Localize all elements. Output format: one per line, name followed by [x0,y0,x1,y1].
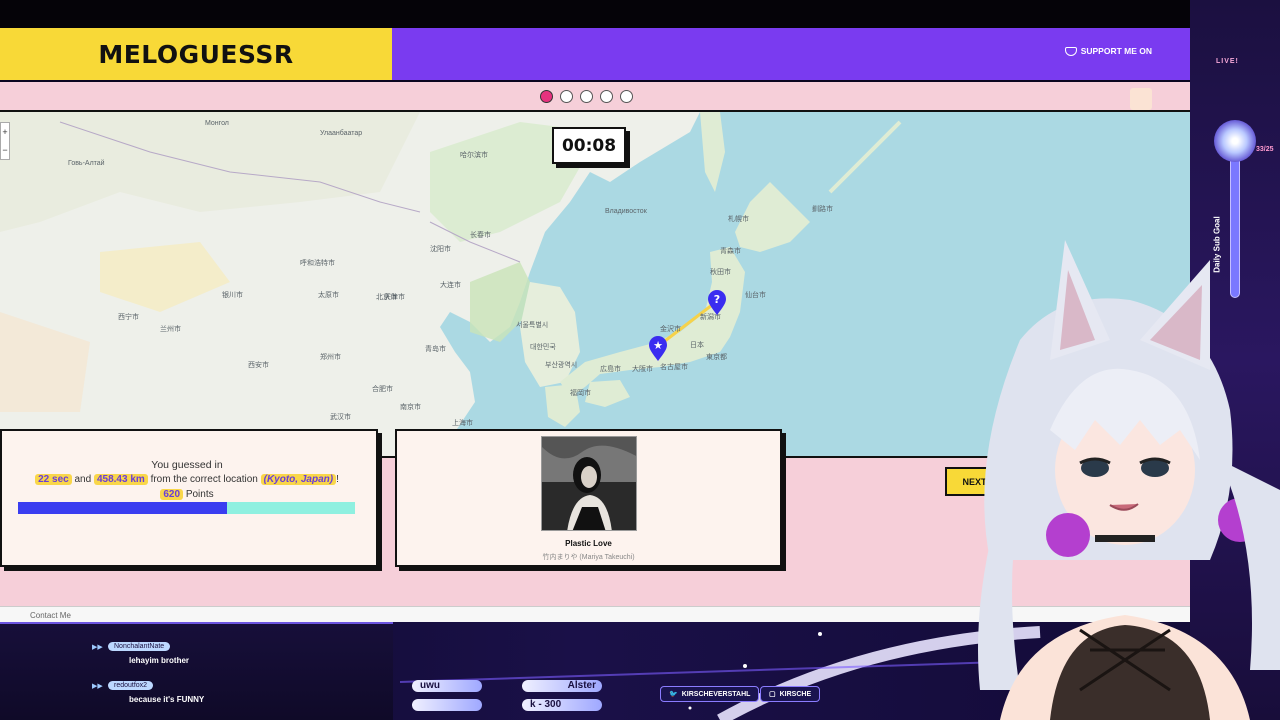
map-label: 沈阳市 [430,246,451,253]
round-dot-1 [540,90,553,103]
map-label: 東京都 [706,354,727,361]
zoom-out-button[interactable]: − [1,141,9,159]
twitch-handle[interactable]: ▢ KIRSCHE [760,686,821,702]
stat-pill-1: uwu [412,680,482,692]
map-label: 大连市 [440,282,461,289]
contact-link[interactable]: Contact Me [30,611,71,620]
twitter-icon: 🐦 [669,691,678,698]
live-badge: LIVE! [1216,58,1239,65]
map-label: 秋田市 [710,269,731,276]
correct-location: (Kyoto, Japan) [260,474,337,485]
stream-screen: { "header": { "logo": "MELOGUESSR", "sup… [0,0,1280,720]
album-photo [542,437,636,530]
chat-arrow-icon: ▶▶ [92,683,103,690]
guess-time: 22 sec [35,474,72,485]
map-label: 兰州市 [160,326,181,333]
track-artist: 竹内まりや (Mariya Takeuchi) [542,554,635,561]
map-label: 天津市 [384,294,405,301]
map-label: 釧路市 [812,206,833,213]
track-card: Plastic Love 竹内まりや (Mariya Takeuchi) [395,429,782,567]
map-label: Улаанбаатар [320,130,363,137]
map-label: 名古屋市 [660,364,688,371]
cup-icon [1064,46,1077,56]
guess-distance: 458.43 km [93,474,148,485]
round-timer: 00:08 [552,127,626,164]
map-label: 哈尔滨市 [460,152,488,159]
result-points: 620 Points [2,489,372,500]
map-label: 上海市 [452,420,473,427]
decoration-square [1130,88,1152,110]
round-dot-2 [560,90,573,103]
header: MELOGUESSR SUPPORT ME ON [0,28,1190,80]
result-summary: 22 sec and 458.43 km from the correct lo… [2,474,372,485]
stat-pill-3 [412,699,482,711]
map-label: 南京市 [400,404,421,411]
map-label: 长春市 [470,232,491,239]
logo-box[interactable]: MELOGUESSR [0,28,392,80]
app-logo: MELOGUESSR [98,39,294,69]
map-label: 青岛市 [425,346,446,353]
album-cover [541,436,637,531]
map-label: 金沢市 [660,326,681,333]
timer-value: 00:08 [561,135,617,156]
score-bar [18,502,355,514]
map-label: 合肥市 [372,386,393,393]
result-card: You guessed in 22 sec and 458.43 km from… [0,429,378,567]
round-dot-4 [600,90,613,103]
chat-message: lehayim brother [129,656,190,665]
stat-pill-2: Alster [522,680,602,692]
svg-text:?: ? [714,293,720,306]
map-label: 武汉市 [330,414,351,421]
correct-location-marker[interactable]: ★ [648,336,668,362]
chat-username: redoutfox2 [108,681,154,690]
support-link[interactable]: SUPPORT ME ON [1064,46,1152,56]
map-label: 呼和浩特市 [300,260,335,267]
map-label: 福岡市 [570,390,591,397]
twitter-handle[interactable]: 🐦 KIRSCHEVERSTAHL [660,686,760,702]
twitch-icon: ▢ [769,691,776,698]
track-title: Plastic Love [565,539,612,548]
header-bar: SUPPORT ME ON [392,28,1190,80]
score-bar-fill [18,502,227,514]
top-band [0,0,1280,28]
map-label: Владивосток [605,208,647,215]
map-label: 西宁市 [118,314,139,321]
sub-goal-count: 33/25 [1256,146,1274,153]
map-label: 부산광역시 [545,362,578,369]
points-value: 620 [160,489,184,500]
points-label: Points [185,489,214,500]
svg-text:★: ★ [653,339,663,352]
map-label: 大阪市 [632,366,653,373]
round-progress-strip [0,82,1190,112]
result-intro: You guessed in [151,459,223,471]
map-label: 広島市 [600,366,621,373]
round-dots [540,90,633,103]
vtuber-avatar [978,240,1280,720]
support-label: SUPPORT ME ON [1080,46,1152,56]
map-label: 서울특별시 [516,322,549,329]
map-label: Монгол [205,120,229,127]
zoom-control[interactable]: + − [0,122,10,160]
guess-marker[interactable]: ? [707,290,727,316]
map-label: 青森市 [720,248,741,255]
map-label: Говь-Алтай [68,160,105,167]
map-label: 札幌市 [728,216,749,223]
sub-goal-orb [1214,120,1256,162]
map-label: 西安市 [248,362,269,369]
chat-message: because it's FUNNY [129,695,205,704]
stat-pill-4: k - 300 [522,699,602,711]
map-label: 日本 [690,342,704,349]
map-label: 仙台市 [745,292,766,299]
chat-arrow-icon: ▶▶ [92,644,103,651]
map-label: 太原市 [318,292,339,299]
zoom-in-button[interactable]: + [1,123,9,141]
chat-panel: ▶▶ NonchalantNate lehayim brother ▶▶ red… [0,622,393,720]
map-label: 郑州市 [320,354,341,361]
chat-username: NonchalantNate [108,642,171,651]
map-label: 대한민국 [530,344,556,351]
map-label: 银川市 [222,292,243,299]
round-dot-5 [620,90,633,103]
round-dot-3 [580,90,593,103]
